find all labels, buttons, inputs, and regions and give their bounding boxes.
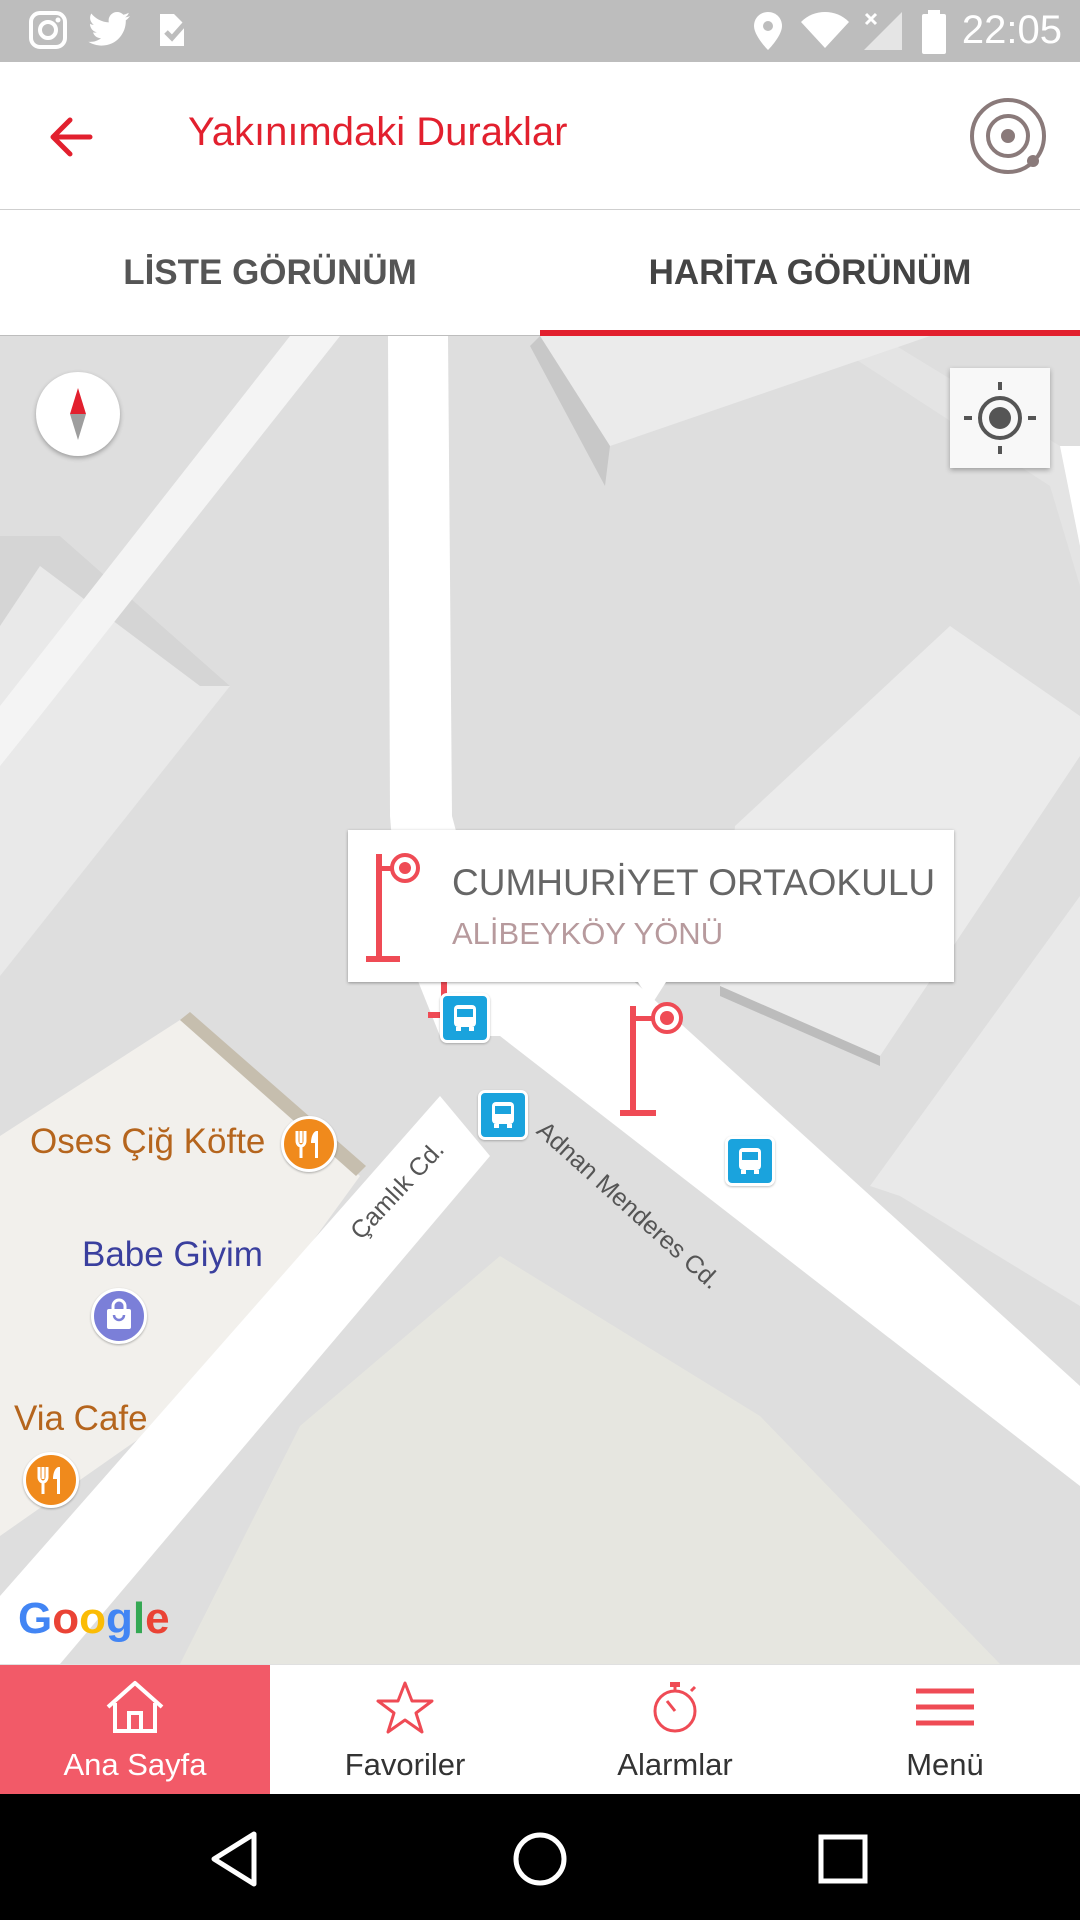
nav-label: Alarmlar: [617, 1747, 733, 1782]
my-location-button[interactable]: [950, 368, 1050, 468]
shopping-bag-icon[interactable]: [91, 1288, 147, 1344]
compass-button[interactable]: [36, 372, 120, 456]
recents-square-icon[interactable]: [808, 1824, 878, 1894]
bus-stop-info-window[interactable]: CUMHURİYET ORTAOKULU ALİBEYKÖY YÖNÜ: [348, 830, 954, 1004]
nav-home[interactable]: Ana Sayfa: [0, 1665, 270, 1795]
nav-label: Ana Sayfa: [63, 1747, 207, 1782]
system-navigation-bar: [0, 1794, 1080, 1920]
clock: 22:05: [961, 8, 1062, 52]
google-logo: Google: [18, 1594, 170, 1643]
location-icon: [754, 12, 782, 50]
bus-stop-direction: ALİBEYKÖY YÖNÜ: [452, 916, 724, 951]
poi-label[interactable]: Babe Giyim: [82, 1235, 263, 1275]
stopwatch-icon: [653, 1682, 697, 1733]
check-notification-icon: [160, 14, 190, 46]
map-canvas: [0, 336, 1080, 1664]
instagram-icon: [29, 11, 67, 49]
restaurant-icon[interactable]: [23, 1452, 79, 1508]
tab-map-view[interactable]: HARİTA GÖRÜNÜM: [540, 210, 1080, 335]
nav-menu[interactable]: Menü: [810, 1665, 1080, 1795]
map-view[interactable]: Oses Çiğ Köfte Babe Giyim Via Cafe Çamlı…: [0, 336, 1080, 1664]
tab-list-view[interactable]: LİSTE GÖRÜNÜM: [0, 210, 540, 335]
page-title: Yakınımdaki Duraklar: [188, 110, 568, 154]
nav-label: Favoriler: [344, 1747, 466, 1782]
nav-alarms[interactable]: Alarmlar: [540, 1665, 810, 1795]
crosshair-location-icon: [964, 382, 1036, 454]
nav-label: Menü: [906, 1747, 984, 1782]
star-icon: [376, 1681, 434, 1734]
poi-label[interactable]: Oses Çiğ Köfte: [30, 1122, 265, 1162]
twitter-icon: [88, 12, 130, 46]
status-bar: 22:05: [0, 0, 1080, 62]
app-bar: Yakınımdaki Duraklar: [0, 62, 1080, 211]
wifi-icon: [801, 12, 849, 48]
arrow-left-icon[interactable]: [40, 102, 110, 172]
home-circle-icon[interactable]: [505, 1824, 575, 1894]
home-icon: [106, 1681, 164, 1733]
compass-icon: [70, 388, 86, 440]
battery-icon: [922, 10, 946, 54]
bus-icon[interactable]: [725, 1136, 775, 1186]
poi-label[interactable]: Via Cafe: [14, 1399, 148, 1439]
nav-favorites[interactable]: Favoriler: [270, 1665, 540, 1795]
bus-icon[interactable]: [440, 993, 490, 1043]
callout-pointer: [638, 982, 666, 1004]
signal-icon: [864, 12, 902, 50]
target-icon[interactable]: [968, 96, 1048, 176]
bus-stop-icon: [366, 853, 420, 962]
bus-icon[interactable]: [478, 1090, 528, 1140]
view-tabs: LİSTE GÖRÜNÜM HARİTA GÖRÜNÜM: [0, 210, 1080, 336]
restaurant-icon[interactable]: [281, 1116, 337, 1172]
back-triangle-icon[interactable]: [200, 1824, 270, 1894]
hamburger-menu-icon: [916, 1688, 974, 1726]
bus-stop-name: CUMHURİYET ORTAOKULU: [452, 862, 936, 903]
bottom-navigation: Ana Sayfa Favoriler Alarmlar Menü: [0, 1664, 1080, 1795]
